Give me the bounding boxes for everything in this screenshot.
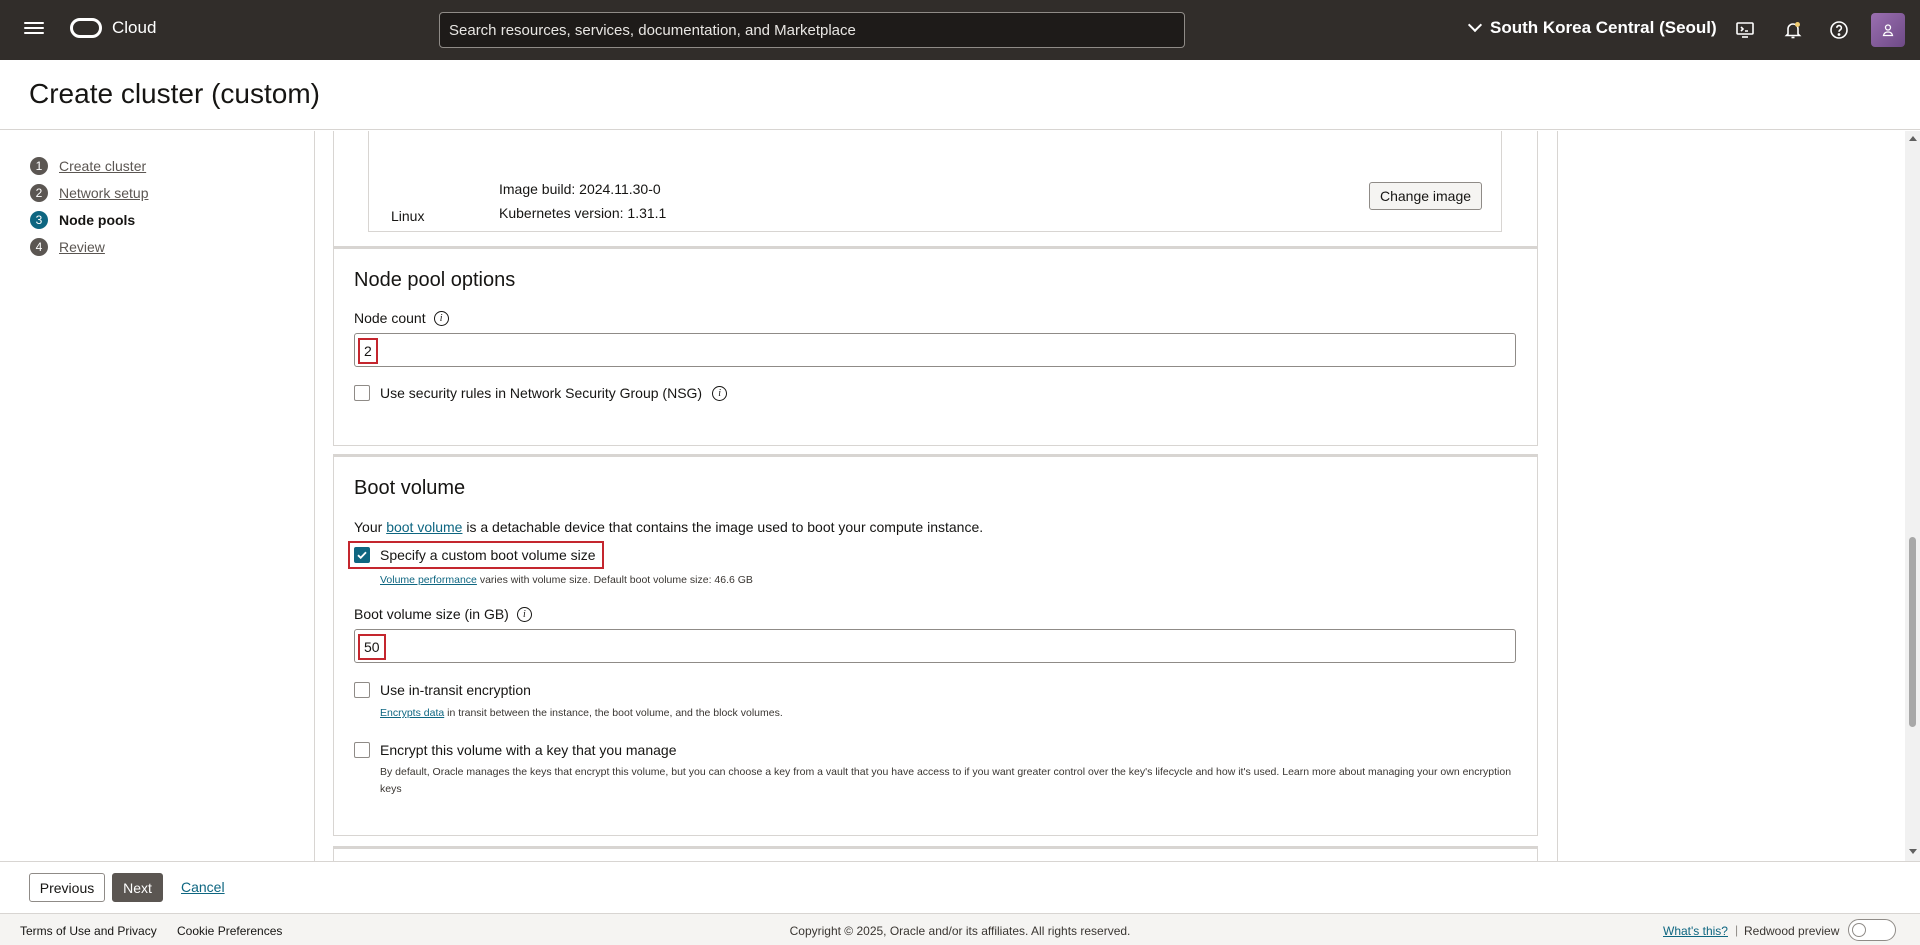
boot-size-input[interactable]: 50: [354, 629, 1516, 663]
search-input[interactable]: [439, 12, 1185, 48]
help-text: varies with volume size. Default boot vo…: [479, 574, 753, 586]
boot-volume-description: Your boot volume is a detachable device …: [354, 519, 983, 535]
image-build: Image build: 2024.11.30-0: [499, 181, 661, 197]
redwood-preview-toggle[interactable]: [1848, 919, 1896, 941]
encrypts-data-link[interactable]: Encrypts data: [380, 707, 444, 719]
footer: Terms of Use and Privacy Cookie Preferen…: [0, 913, 1920, 945]
help-text: in transit between the instance, the boo…: [447, 707, 783, 719]
scroll-up-arrow-icon[interactable]: [1909, 136, 1917, 141]
in-transit-label: Use in-transit encryption: [380, 682, 531, 698]
brand-text: Cloud: [112, 18, 157, 37]
whats-this-link[interactable]: What's this?: [1663, 924, 1728, 938]
info-icon[interactable]: i: [516, 606, 532, 622]
image-details-box: Linux Image build: 2024.11.30-0 Kubernet…: [368, 131, 1502, 232]
label-text: Node count: [354, 310, 426, 326]
wizard-action-bar: Previous Next Cancel: [0, 861, 1920, 913]
help-icon[interactable]: [1827, 18, 1851, 42]
chevron-down-icon: [1467, 17, 1483, 33]
step-network-setup[interactable]: 2 Network setup: [30, 179, 148, 206]
nsg-label: Use security rules in Network Security G…: [380, 385, 703, 401]
page-title: Create cluster (custom): [29, 78, 320, 109]
os-label: Linux: [391, 208, 425, 224]
wizard-steps: 1 Create cluster 2 Network setup 3 Node …: [30, 152, 148, 260]
section-title: Boot volume: [354, 477, 466, 499]
boot-size-label: Boot volume size (in GB) i: [354, 606, 532, 622]
previous-button[interactable]: Previous: [29, 873, 105, 902]
boot-size-value: 50: [358, 634, 386, 660]
change-image-button[interactable]: Change image: [1369, 182, 1482, 210]
step-number: 4: [30, 237, 48, 256]
node-count-value: 2: [358, 338, 378, 364]
next-button[interactable]: Next: [112, 873, 163, 902]
brand[interactable]: Cloud: [70, 18, 156, 38]
cloud-shell-icon[interactable]: [1733, 18, 1757, 42]
bell-icon[interactable]: [1781, 18, 1805, 42]
label-text: Boot volume size (in GB): [354, 606, 509, 622]
in-transit-checkbox[interactable]: [354, 682, 370, 698]
desc-prefix: Your: [354, 519, 383, 535]
help-text: By default, Oracle manages the keys that…: [380, 766, 1280, 778]
desc-suffix: is a detachable device that contains the…: [466, 519, 984, 535]
custom-boot-size-label: Specify a custom boot volume size: [380, 547, 596, 563]
image-card: Linux Image build: 2024.11.30-0 Kubernet…: [333, 131, 1538, 263]
boot-volume-card: Boot volume Your boot volume is a detach…: [333, 454, 1538, 836]
step-node-pools: 3 Node pools: [30, 206, 148, 233]
user-icon[interactable]: [1871, 13, 1905, 47]
region-selector[interactable]: South Korea Central (Seoul): [1467, 17, 1717, 38]
page-header: Create cluster (custom): [0, 60, 1920, 130]
customer-key-option[interactable]: Encrypt this volume with a key that you …: [354, 742, 676, 758]
info-icon[interactable]: i: [712, 385, 728, 401]
boot-volume-link[interactable]: boot volume: [386, 519, 462, 535]
right-divider: [1557, 131, 1558, 861]
node-count-label: Node count i: [354, 310, 449, 326]
hamburger-menu-icon[interactable]: [24, 19, 44, 39]
volume-performance-help: Volume performance varies with volume si…: [380, 574, 753, 586]
customer-key-checkbox[interactable]: [354, 742, 370, 758]
custom-boot-size-option[interactable]: Specify a custom boot volume size: [348, 541, 604, 569]
kubernetes-version: Kubernetes version: 1.31.1: [499, 205, 667, 221]
redwood-preview-label: Redwood preview: [1744, 924, 1840, 938]
vertical-scrollbar[interactable]: [1905, 131, 1920, 861]
step-label[interactable]: Review: [59, 239, 105, 255]
in-transit-help: Encrypts data in transit between the ins…: [380, 707, 783, 719]
scrollbar-thumb[interactable]: [1909, 537, 1916, 727]
form-content[interactable]: Linux Image build: 2024.11.30-0 Kubernet…: [315, 131, 1557, 861]
node-count-input[interactable]: 2: [354, 333, 1516, 367]
customer-key-help: By default, Oracle manages the keys that…: [380, 764, 1516, 798]
region-label: South Korea Central (Seoul): [1490, 18, 1717, 37]
copyright: Copyright © 2025, Oracle and/or its affi…: [789, 924, 1131, 938]
check-icon: [357, 551, 367, 560]
node-pool-options-card: Node pool options Node count i 2 Use sec…: [333, 246, 1538, 446]
cancel-link[interactable]: Cancel: [181, 879, 225, 895]
footer-separator: |: [1735, 923, 1739, 937]
info-icon[interactable]: i: [433, 310, 449, 326]
step-number: 1: [30, 156, 48, 175]
volume-performance-link[interactable]: Volume performance: [380, 574, 477, 586]
step-label[interactable]: Create cluster: [59, 158, 146, 174]
custom-boot-size-checkbox[interactable]: [354, 547, 370, 563]
top-navigation-bar: Cloud South Korea Central (Seoul): [0, 0, 1920, 60]
step-label: Node pools: [59, 211, 136, 228]
oracle-logo-icon: [70, 18, 102, 38]
step-number: 2: [30, 183, 48, 202]
step-create-cluster[interactable]: 1 Create cluster: [30, 152, 148, 179]
section-title: Node pool options: [354, 269, 516, 291]
next-section-card: [333, 846, 1538, 861]
customer-key-label: Encrypt this volume with a key that you …: [380, 742, 677, 758]
in-transit-option[interactable]: Use in-transit encryption: [354, 682, 531, 698]
nsg-checkbox[interactable]: [354, 385, 370, 401]
scroll-down-arrow-icon[interactable]: [1909, 849, 1917, 854]
step-label[interactable]: Network setup: [59, 185, 148, 201]
step-review[interactable]: 4 Review: [30, 233, 148, 260]
nsg-option[interactable]: Use security rules in Network Security G…: [354, 385, 728, 401]
toggle-knob: [1852, 923, 1866, 937]
step-number: 3: [30, 210, 48, 229]
